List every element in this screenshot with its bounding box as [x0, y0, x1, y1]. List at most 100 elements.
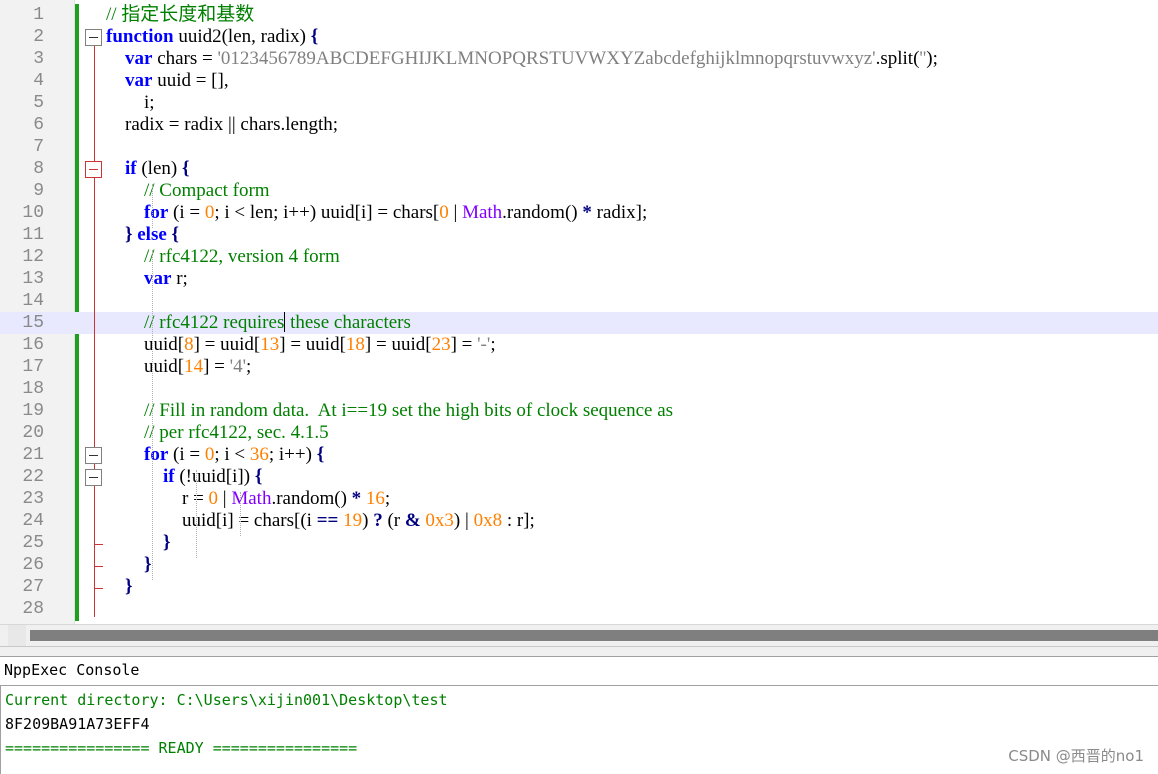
indent-guide — [152, 184, 153, 228]
code-line[interactable]: 21 for (i = 0; i < 36; i++) { — [0, 444, 1158, 466]
code-line[interactable]: 10 for (i = 0; i < len; i++) uuid[i] = c… — [0, 202, 1158, 224]
code-line[interactable]: 24 uuid[i] = chars[(i == 19) ? (r & 0x3)… — [0, 510, 1158, 532]
code-token: for — [144, 202, 169, 223]
code-line[interactable]: 7 — [0, 136, 1158, 158]
fold-toggle-if[interactable] — [85, 161, 102, 178]
fold-toggle-function[interactable] — [85, 29, 102, 46]
line-number: 15 — [22, 313, 44, 333]
code-token: radix = radix || chars.length; — [106, 114, 339, 135]
code-text: for (i = 0; i < 36; i++) { — [106, 444, 324, 466]
code-token: radix]; — [591, 202, 648, 223]
code-token: ] = — [450, 334, 478, 355]
code-token: .random() — [271, 488, 352, 509]
code-token: 0 — [439, 202, 449, 223]
code-text: uuid[i] = chars[(i == 19) ? (r & 0x3) | … — [106, 510, 535, 532]
code-token: function — [106, 26, 174, 47]
code-line[interactable]: 3 var chars = '0123456789ABCDEFGHIJKLMNO… — [0, 48, 1158, 70]
line-number: 24 — [22, 511, 44, 531]
line-number: 5 — [33, 93, 44, 113]
code-token: ; — [246, 356, 252, 377]
line-number: 28 — [22, 599, 44, 619]
code-line[interactable]: 19 // Fill in random data. At i==19 set … — [0, 400, 1158, 422]
code-token: i; — [106, 92, 155, 113]
code-line[interactable]: 25 } — [0, 532, 1158, 554]
code-line[interactable]: 18 — [0, 378, 1158, 400]
code-token: // rfc4122, version 4 form — [144, 246, 340, 267]
code-line[interactable]: 27 } — [0, 576, 1158, 598]
fold-toggle-for[interactable] — [85, 447, 102, 464]
code-line[interactable]: 23 r = 0 | Math.random() * 16; — [0, 488, 1158, 510]
line-number: 17 — [22, 357, 44, 377]
code-text: if (len) { — [106, 158, 189, 180]
line-number: 8 — [33, 159, 44, 179]
code-token: // 指定长度和基数 — [106, 4, 255, 25]
scroll-left-button[interactable] — [8, 625, 26, 647]
code-line[interactable]: 14 — [0, 290, 1158, 312]
code-token: // rfc4122 requires — [144, 312, 285, 333]
code-line[interactable]: 6 radix = radix || chars.length; — [0, 114, 1158, 136]
line-number: 19 — [22, 401, 44, 421]
code-line[interactable]: 26 } — [0, 554, 1158, 576]
code-line[interactable]: 16 uuid[8] = uuid[13] = uuid[18] = uuid[… — [0, 334, 1158, 356]
fold-toggle-inner-if[interactable] — [85, 469, 102, 486]
line-number: 13 — [22, 269, 44, 289]
code-token: } — [163, 532, 171, 553]
code-token: if — [163, 466, 175, 487]
code-text: // Fill in random data. At i==19 set the… — [106, 400, 673, 422]
code-line[interactable]: 28 — [0, 598, 1158, 620]
code-token: uuid = [], — [152, 70, 229, 91]
code-line[interactable]: 8 if (len) { — [0, 158, 1158, 180]
line-number: 14 — [22, 291, 44, 311]
code-line[interactable]: 15 // rfc4122 requires these characters — [0, 312, 1158, 334]
code-text: uuid[8] = uuid[13] = uuid[18] = uuid[23]… — [106, 334, 496, 356]
code-line[interactable]: 2 function uuid2(len, radix) { — [0, 26, 1158, 48]
line-number: 23 — [22, 489, 44, 509]
code-token: (i = — [168, 444, 205, 465]
code-line[interactable]: 11 } else { — [0, 224, 1158, 246]
line-number: 4 — [33, 71, 44, 91]
code-line[interactable]: 5 i; — [0, 92, 1158, 114]
code-token: * — [351, 488, 362, 509]
code-editor[interactable]: 1 // 指定长度和基数 2 function uuid2(len, radix) {… — [0, 0, 1158, 624]
code-token: (r — [382, 510, 405, 531]
code-text: // 指定长度和基数 — [106, 4, 254, 26]
code-line[interactable]: 9 // Compact form — [0, 180, 1158, 202]
code-text: var chars = '0123456789ABCDEFGHIJKLMNOPQ… — [106, 48, 938, 70]
code-token: .split( — [875, 48, 920, 69]
code-text: r = 0 | Math.random() * 16; — [106, 488, 390, 510]
code-line[interactable]: 13 var r; — [0, 268, 1158, 290]
code-token: 0 — [208, 488, 219, 509]
line-number: 25 — [22, 533, 44, 553]
code-line[interactable]: 1 // 指定长度和基数 — [0, 4, 1158, 26]
code-token: Math — [462, 202, 503, 223]
scrollbar-thumb[interactable] — [30, 630, 1158, 641]
code-token: { — [316, 444, 325, 465]
fold-range-line — [94, 46, 95, 617]
code-line[interactable]: 17 uuid[14] = '4'; — [0, 356, 1158, 378]
code-token: 23 — [431, 334, 451, 355]
code-token: r; — [171, 268, 188, 289]
code-token: Math — [231, 488, 272, 509]
horizontal-scrollbar[interactable] — [0, 624, 1158, 647]
code-token: } — [144, 554, 152, 575]
code-line[interactable]: 22 if (!uuid[i]) { — [0, 466, 1158, 488]
code-line[interactable]: 4 var uuid = [], — [0, 70, 1158, 92]
console-line-output: 8F209BA91A73EFF4 — [5, 715, 150, 733]
code-line[interactable]: 20 // per rfc4122, sec. 4.1.5 — [0, 422, 1158, 444]
code-token: == — [316, 510, 339, 531]
code-token: (len) — [136, 158, 182, 179]
code-text: var uuid = [], — [106, 70, 229, 92]
code-token: (!uuid[i]) — [174, 466, 255, 487]
code-line[interactable]: 12 // rfc4122, version 4 form — [0, 246, 1158, 268]
console-output[interactable]: Current directory: C:\Users\xijin001\Des… — [0, 686, 1158, 774]
code-token: uuid[ — [106, 356, 185, 377]
code-token: * — [582, 202, 592, 223]
